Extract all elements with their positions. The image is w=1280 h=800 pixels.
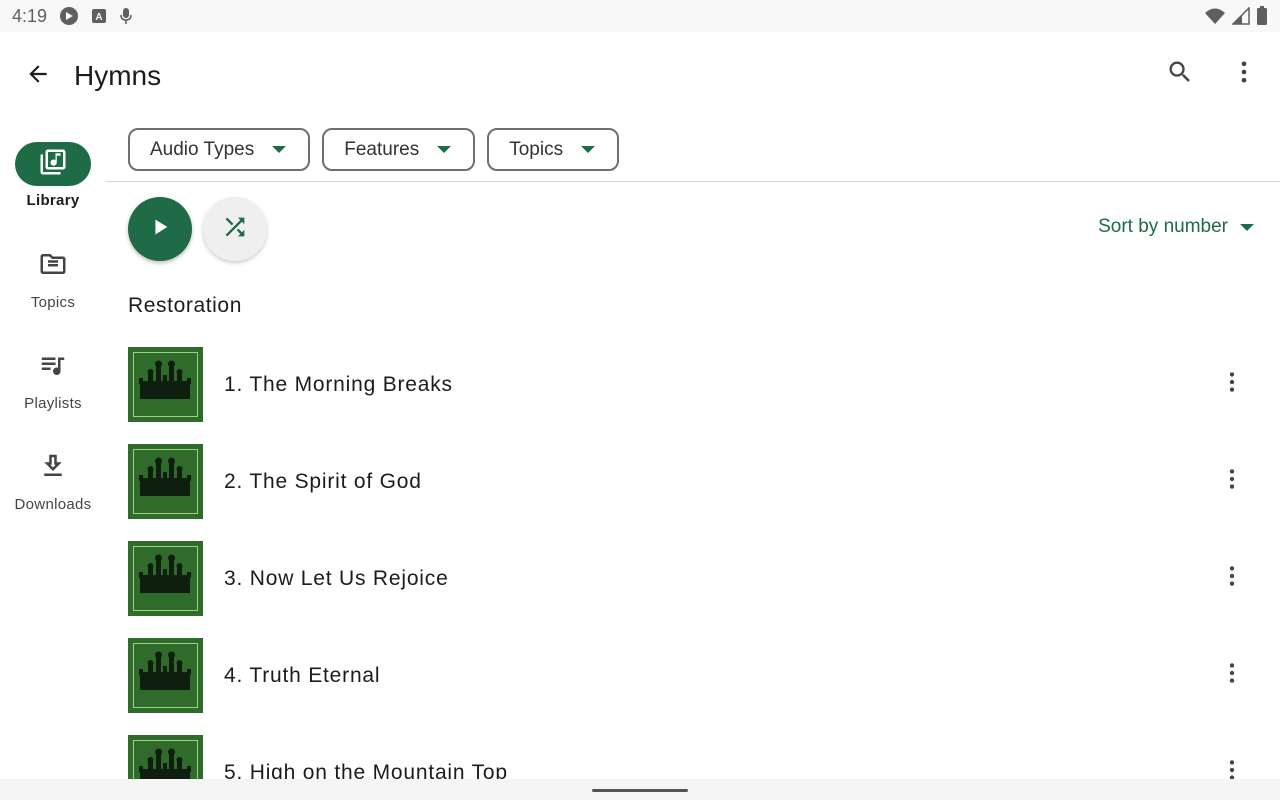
hymn-thumbnail [128,347,203,422]
rail-item-topics[interactable]: Topics [0,244,106,311]
system-navigation-bar [0,779,1280,800]
arrow-back-icon [25,61,51,92]
app-bar: Hymns [0,32,1280,120]
rail-label: Topics [30,294,76,311]
more-vert-icon [1219,757,1245,779]
download-icon [38,451,68,486]
more-vert-icon [1219,660,1245,691]
sync-app-icon [59,6,79,26]
more-vert-icon [1230,58,1258,91]
keyboard-a-icon: A [91,8,107,24]
rail-indicator [15,142,91,186]
hymn-list-item[interactable]: 4. Truth Eternal [128,638,1280,713]
more-vert-icon [1219,466,1245,497]
hymn-more-button[interactable] [1212,364,1252,404]
hymn-more-button[interactable] [1212,558,1252,598]
shuffle-icon [221,213,249,246]
hymn-more-button[interactable] [1212,461,1252,501]
microphone-icon [119,7,133,25]
chip-label: Topics [509,138,564,160]
gesture-handle[interactable] [592,789,688,792]
chip-label: Features [344,138,420,160]
hymn-title: 5. High on the Mountain Top [224,760,508,780]
page-title: Hymns [74,60,162,91]
filter-chip-features[interactable]: Features [322,128,476,171]
sort-label: Sort by number [1098,216,1228,237]
cellular-signal-icon [1232,7,1250,25]
filter-chip-topics[interactable]: Topics [487,128,620,171]
hymn-thumbnail [128,735,203,779]
folder-topic-icon [38,249,68,284]
playlist-music-icon [38,350,68,385]
chip-label: Audio Types [150,138,255,160]
hymn-title: 2. The Spirit of God [224,469,422,493]
hymn-list: 1. The Morning Breaks 2. The Spirit of Go… [128,347,1280,779]
hymn-thumbnail [128,541,203,616]
shuffle-button[interactable] [203,197,267,261]
dropdown-arrow-icon [581,146,596,153]
dropdown-arrow-icon [437,146,452,153]
library-music-icon [38,147,68,182]
hymn-thumbnail [128,638,203,713]
dropdown-arrow-icon [1240,223,1254,231]
rail-item-playlists[interactable]: Playlists [0,345,106,412]
search-icon [1166,58,1194,91]
hymn-title: 3. Now Let Us Rejoice [224,566,449,590]
rail-label: Playlists [24,395,82,412]
dropdown-arrow-icon [272,146,287,153]
back-button[interactable] [18,56,58,96]
filter-chips: Audio Types Features Topics [128,128,620,171]
hymn-list-item[interactable]: 1. The Morning Breaks [128,347,1280,422]
rail-item-library[interactable]: Library [0,142,106,209]
battery-icon [1256,6,1268,26]
hymn-title: 4. Truth Eternal [224,663,381,687]
hymn-title: 1. The Morning Breaks [224,372,453,396]
hymn-list-item[interactable]: 3. Now Let Us Rejoice [128,541,1280,616]
rail-label: Library [26,192,80,209]
svg-text:A: A [95,12,102,23]
play-icon [149,216,171,243]
sort-dropdown[interactable]: Sort by number [1098,216,1254,238]
status-time: 4:19 [12,5,48,26]
overflow-menu-button[interactable] [1224,54,1264,94]
filter-chip-audio-types[interactable]: Audio Types [128,128,311,171]
more-vert-icon [1219,369,1245,400]
more-vert-icon [1219,563,1245,594]
search-button[interactable] [1160,54,1200,94]
play-all-button[interactable] [128,197,192,261]
hymn-more-button[interactable] [1212,752,1252,779]
rail-item-downloads[interactable]: Downloads [0,446,106,513]
divider [106,181,1280,182]
wifi-icon [1204,7,1226,25]
rail-label: Downloads [14,496,92,513]
hymn-thumbnail [128,444,203,519]
hymn-more-button[interactable] [1212,655,1252,695]
status-bar: 4:19 A [0,0,1280,32]
hymn-list-item[interactable]: 2. The Spirit of God [128,444,1280,519]
hymn-list-item[interactable]: 5. High on the Mountain Top [128,735,1280,779]
section-title: Restoration [128,294,242,317]
